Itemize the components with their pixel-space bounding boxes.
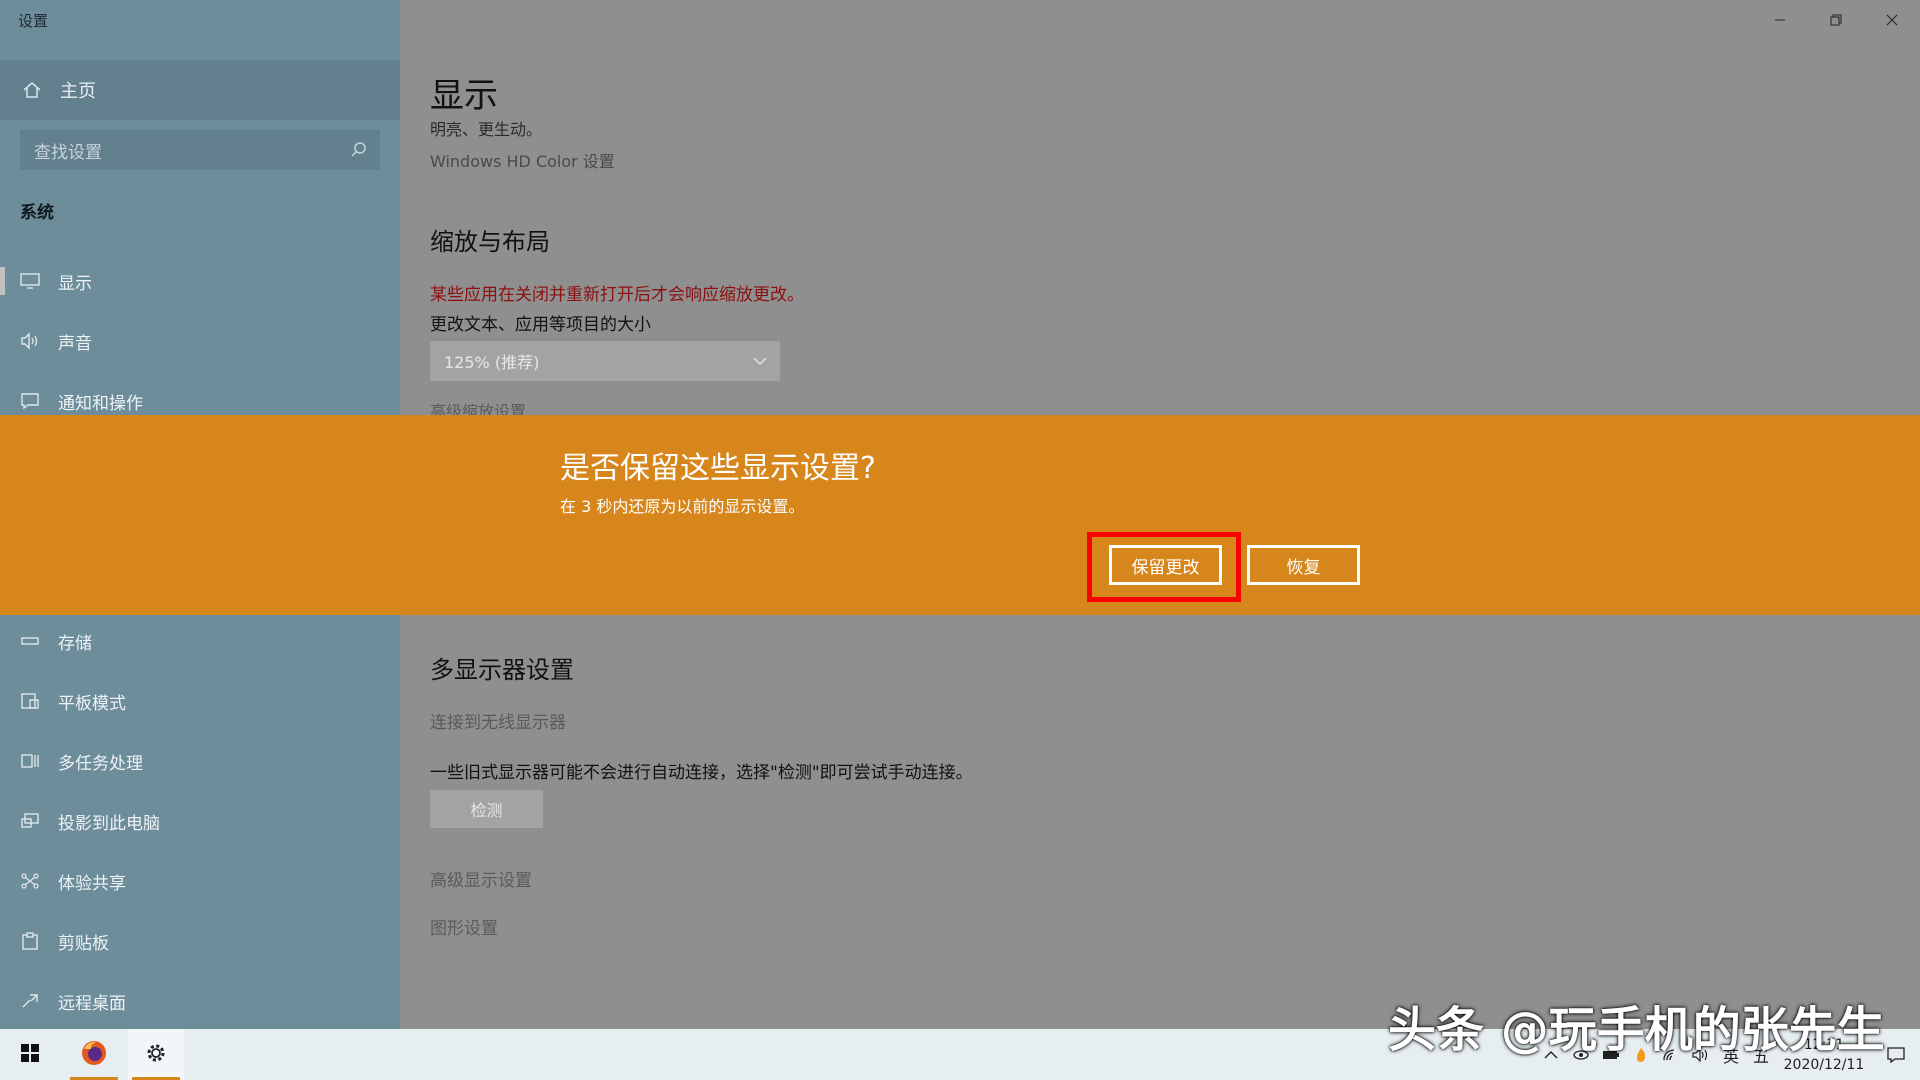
- project-icon: [18, 809, 42, 833]
- monitor-icon: [18, 269, 42, 293]
- windows-icon: [20, 1043, 40, 1067]
- taskbar-firefox[interactable]: [66, 1029, 122, 1080]
- watermark: 头条 @玩手机的张先生: [1388, 1002, 1885, 1058]
- scale-label: 更改文本、应用等项目的大小: [430, 315, 651, 335]
- scale-dropdown[interactable]: 125% (推荐): [430, 341, 780, 381]
- section-label-system: 系统: [20, 203, 54, 223]
- sidebar-item-tablet[interactable]: 平板模式: [0, 673, 400, 729]
- sidebar-item-label: 通知和操作: [58, 393, 143, 414]
- sidebar-item-label: 剪贴板: [58, 933, 109, 954]
- home-icon: [20, 78, 44, 102]
- start-button[interactable]: [2, 1029, 58, 1080]
- banner-message: 在 3 秒内还原为以前的显示设置。: [560, 497, 805, 516]
- speaker-icon: [18, 329, 42, 353]
- sidebar-item-storage[interactable]: 存储: [0, 613, 400, 669]
- revert-button[interactable]: 恢复: [1247, 545, 1360, 585]
- sidebar-item-label: 存储: [58, 633, 92, 654]
- advanced-display-link[interactable]: 高级显示设置: [430, 866, 532, 891]
- sidebar-item-label: 远程桌面: [58, 993, 126, 1014]
- sidebar-item-sound[interactable]: 声音: [0, 313, 400, 369]
- search-placeholder: 查找设置: [34, 142, 102, 163]
- detect-button[interactable]: 检测: [430, 790, 543, 828]
- keep-settings-banner: 是否保留这些显示设置? 在 3 秒内还原为以前的显示设置。 保留更改 恢复: [0, 415, 1920, 615]
- sidebar-item-label: 体验共享: [58, 873, 126, 894]
- search-icon: [350, 141, 368, 159]
- sidebar-item-label: 声音: [58, 333, 92, 354]
- restore-button[interactable]: [1808, 0, 1864, 40]
- sidebar-item-remote-desktop[interactable]: 远程桌面: [0, 973, 400, 1029]
- multitask-icon: [18, 749, 42, 773]
- sidebar-item-multitask[interactable]: 多任务处理: [0, 733, 400, 789]
- clipboard-icon: [18, 929, 42, 953]
- sidebar-home[interactable]: 主页: [0, 60, 400, 120]
- search-input[interactable]: 查找设置: [20, 130, 380, 170]
- sidebar-item-display[interactable]: 显示: [0, 253, 400, 309]
- sidebar-item-label: 投影到此电脑: [58, 813, 160, 834]
- notification-icon: [18, 389, 42, 413]
- scale-warning: 某些应用在关闭并重新打开后才会响应缩放更改。: [430, 285, 804, 305]
- window-controls: [1752, 0, 1920, 40]
- gear-icon: [144, 1041, 168, 1069]
- detect-description: 一些旧式显示器可能不会进行自动连接，选择"检测"即可尝试手动连接。: [430, 763, 973, 783]
- scale-heading: 缩放与布局: [430, 228, 550, 256]
- sidebar-home-label: 主页: [60, 81, 96, 102]
- wireless-display-link[interactable]: 连接到无线显示器: [430, 708, 566, 733]
- keep-changes-button[interactable]: 保留更改: [1109, 545, 1222, 585]
- share-icon: [18, 869, 42, 893]
- graphics-settings-link[interactable]: 图形设置: [430, 914, 498, 939]
- sidebar-item-label: 多任务处理: [58, 753, 143, 774]
- firefox-icon: [80, 1039, 108, 1071]
- sidebar-item-label: 平板模式: [58, 693, 126, 714]
- page-title: 显示: [430, 76, 498, 116]
- scale-dropdown-value: 125% (推荐): [444, 353, 540, 372]
- close-button[interactable]: [1864, 0, 1920, 40]
- tablet-icon: [18, 689, 42, 713]
- minimize-button[interactable]: [1752, 0, 1808, 40]
- sidebar-item-project[interactable]: 投影到此电脑: [0, 793, 400, 849]
- chevron-down-icon: [752, 353, 768, 369]
- page-subtitle: 明亮、更生动。: [430, 120, 543, 139]
- taskbar-settings[interactable]: [128, 1029, 184, 1080]
- sidebar-item-clipboard[interactable]: 剪贴板: [0, 913, 400, 969]
- hd-color-link[interactable]: Windows HD Color 设置: [430, 148, 615, 172]
- app-title: 设置: [18, 12, 49, 30]
- sidebar-item-share[interactable]: 体验共享: [0, 853, 400, 909]
- banner-title: 是否保留这些显示设置?: [560, 451, 876, 486]
- remote-desktop-icon: [18, 989, 42, 1013]
- storage-icon: [18, 629, 42, 653]
- multi-display-heading: 多显示器设置: [430, 656, 574, 684]
- sidebar-item-label: 显示: [58, 273, 92, 294]
